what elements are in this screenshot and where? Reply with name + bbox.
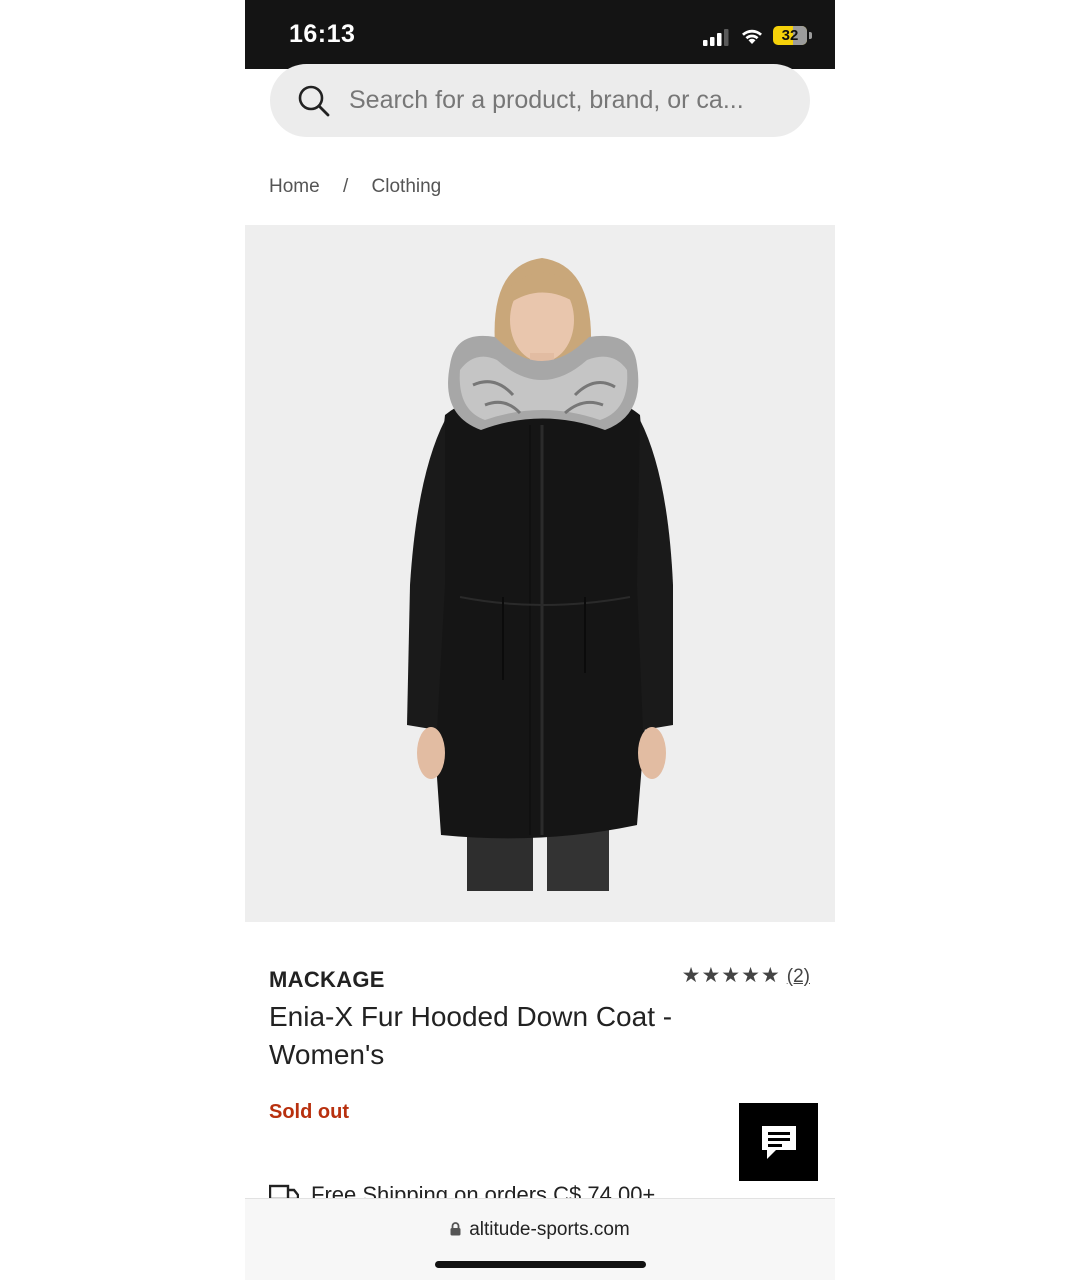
status-bar: 16:13 32 xyxy=(245,0,835,69)
browser-address-bar[interactable]: altitude-sports.com xyxy=(245,1198,835,1280)
shipping-info: Free Shipping on orders C$ 74.00+ xyxy=(269,1182,655,1199)
url-text: altitude-sports.com xyxy=(469,1219,630,1240)
product-image[interactable] xyxy=(245,225,835,922)
search-bar[interactable]: Search for a product, brand, or ca... xyxy=(270,64,810,137)
chat-button[interactable] xyxy=(739,1103,818,1181)
battery-level: 32 xyxy=(781,27,799,44)
breadcrumb-clothing[interactable]: Clothing xyxy=(372,176,442,198)
url-display[interactable]: altitude-sports.com xyxy=(245,1219,835,1241)
search-icon xyxy=(298,85,330,117)
product-title: Enia-X Fur Hooded Down Coat - Women's xyxy=(269,1001,673,1070)
product-brand[interactable]: MACKAGE xyxy=(269,967,385,993)
stock-status: Sold out xyxy=(269,1101,349,1123)
lock-icon xyxy=(450,1222,461,1236)
truck-icon xyxy=(269,1184,299,1199)
breadcrumb: Home / Clothing xyxy=(269,176,441,198)
review-count-link[interactable]: (2) xyxy=(787,966,810,987)
phone-screen: 16:13 32 Search for a product, brand, or… xyxy=(245,0,835,1280)
status-time: 16:13 xyxy=(289,20,356,48)
chat-icon xyxy=(761,1126,796,1159)
home-indicator[interactable] xyxy=(435,1261,646,1268)
wifi-icon xyxy=(742,29,762,44)
battery-icon: 32 xyxy=(773,26,807,45)
product-photo xyxy=(407,258,673,891)
breadcrumb-home[interactable]: Home xyxy=(269,176,320,198)
rating-stars-icon: ★★★★★ xyxy=(681,964,781,987)
cellular-signal-icon xyxy=(703,29,729,46)
product-rating[interactable]: ★★★★★ (2) xyxy=(682,963,810,988)
search-input[interactable]: Search for a product, brand, or ca... xyxy=(349,86,744,115)
breadcrumb-separator: / xyxy=(342,176,349,197)
shipping-text: Free Shipping on orders C$ 74.00+ xyxy=(311,1182,656,1199)
